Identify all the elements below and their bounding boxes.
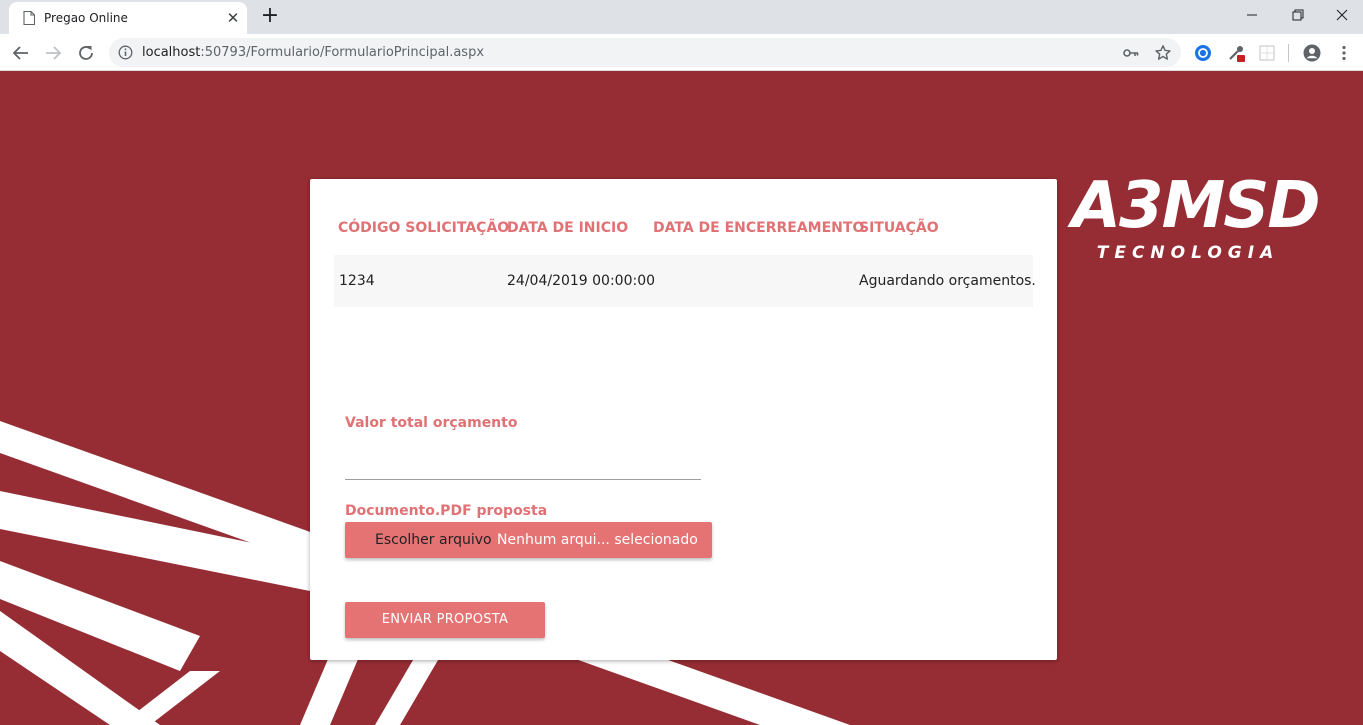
valor-label: Valor total orçamento xyxy=(345,415,518,431)
key-icon[interactable] xyxy=(1122,44,1140,62)
back-arrow-icon[interactable] xyxy=(8,40,34,66)
url-path: :50793/Formulario/FormularioPrincipal.as… xyxy=(200,45,485,60)
address-bar[interactable]: localhost:50793/Formulario/FormularioPri… xyxy=(109,38,1181,67)
cell-data-inicio: 24/04/2019 00:00:00 xyxy=(507,273,656,289)
toolbar-separator xyxy=(1288,44,1289,62)
enviar-proposta-button[interactable]: ENVIAR PROPOSTA xyxy=(345,602,545,638)
tab-title: Pregao Online xyxy=(44,11,128,25)
svg-text:A3MSD: A3MSD xyxy=(1067,169,1319,243)
file-upload-field[interactable]: Escolher arquivo Nenhum arqui... selecio… xyxy=(345,522,712,558)
extension-grid-icon[interactable] xyxy=(1257,43,1277,63)
new-tab-button[interactable]: + xyxy=(258,5,282,29)
header-data-inicio: DATA DE INICIO xyxy=(507,220,629,236)
tab-close-icon[interactable]: ✕ xyxy=(224,9,242,27)
eyedropper-extension-icon[interactable] xyxy=(1226,43,1246,63)
menu-dots-icon[interactable] xyxy=(1334,43,1354,63)
table-row: 1234 24/04/2019 00:00:00 Aguardando orça… xyxy=(334,255,1036,307)
choose-file-button[interactable]: Escolher arquivo xyxy=(375,532,492,548)
extension-blue-icon[interactable] xyxy=(1193,43,1213,63)
browser-tabstrip: Pregao Online ✕ + xyxy=(0,0,1363,34)
svg-text:TECNOLOGIA: TECNOLOGIA xyxy=(1097,243,1279,263)
account-icon[interactable] xyxy=(1302,43,1322,63)
info-icon[interactable] xyxy=(118,45,133,60)
url-host: localhost xyxy=(142,45,201,60)
browser-toolbar: localhost:50793/Formulario/FormularioPri… xyxy=(0,34,1363,71)
header-data-encerramento: DATA DE ENCERREAMENTO xyxy=(653,220,865,236)
restore-icon[interactable] xyxy=(1275,0,1321,30)
proposal-card: CÓDIGO SOLICITAÇÃO DATA DE INICIO DATA D… xyxy=(310,179,1057,660)
file-status-text: Nenhum arqui... selecionado xyxy=(497,532,698,548)
a3msd-logo: A3MSD TECNOLOGIA xyxy=(1067,169,1321,263)
star-icon[interactable] xyxy=(1154,44,1172,62)
cell-situacao: Aguardando orçamentos. xyxy=(859,273,1036,289)
cell-codigo: 1234 xyxy=(339,273,375,289)
header-situacao: SITUAÇÃO xyxy=(859,220,939,236)
minimize-icon[interactable] xyxy=(1229,0,1275,30)
page-background: A3MSD TECNOLOGIA CÓDIGO SOLICITAÇÃO DATA… xyxy=(0,71,1363,725)
forward-arrow-icon[interactable] xyxy=(40,40,66,66)
reload-icon[interactable] xyxy=(73,40,99,66)
browser-tab[interactable]: Pregao Online ✕ xyxy=(9,2,247,34)
header-codigo: CÓDIGO SOLICITAÇÃO xyxy=(338,220,510,236)
window-close-icon[interactable] xyxy=(1318,0,1363,30)
url-text[interactable]: localhost:50793/Formulario/FormularioPri… xyxy=(142,45,484,60)
valor-input[interactable] xyxy=(345,446,701,480)
documento-label: Documento.PDF proposta xyxy=(345,503,548,519)
page-icon xyxy=(23,11,35,25)
